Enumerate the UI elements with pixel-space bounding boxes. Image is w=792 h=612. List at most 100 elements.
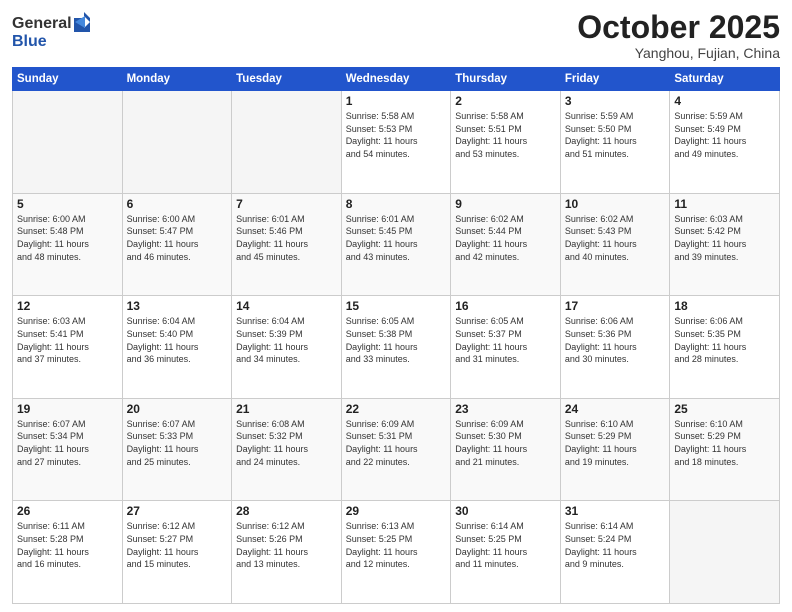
svg-text:General: General bbox=[12, 15, 72, 32]
table-row: 8Sunrise: 6:01 AMSunset: 5:45 PMDaylight… bbox=[341, 193, 451, 296]
col-thursday: Thursday bbox=[451, 68, 561, 91]
day-number: 22 bbox=[346, 402, 447, 416]
day-info: Sunrise: 6:03 AMSunset: 5:41 PMDaylight:… bbox=[17, 315, 118, 365]
day-info: Sunrise: 6:06 AMSunset: 5:35 PMDaylight:… bbox=[674, 315, 775, 365]
table-row: 30Sunrise: 6:14 AMSunset: 5:25 PMDayligh… bbox=[451, 501, 561, 604]
calendar-week-row: 12 Sunrise: 6:03 AMSunset: 5:41 PMDayligh… bbox=[13, 296, 780, 399]
day-number: 23 bbox=[455, 402, 556, 416]
day-info: Sunrise: 6:06 AMSunset: 5:36 PMDaylight:… bbox=[565, 315, 666, 365]
table-row: 28Sunrise: 6:12 AMSunset: 5:26 PMDayligh… bbox=[232, 501, 342, 604]
calendar-week-row: 26 Sunrise: 6:11 AMSunset: 5:28 PMDayligh… bbox=[13, 501, 780, 604]
day-number: 20 bbox=[127, 402, 228, 416]
table-row: 15 Sunrise: 6:05 AMSunset: 5:38 PMDayligh… bbox=[341, 296, 451, 399]
day-number: 31 bbox=[565, 504, 666, 518]
month-title: October 2025 bbox=[577, 10, 780, 45]
day-info: Sunrise: 6:07 AMSunset: 5:34 PMDaylight:… bbox=[17, 418, 118, 468]
table-row: 14Sunrise: 6:04 AMSunset: 5:39 PMDayligh… bbox=[232, 296, 342, 399]
table-row: 12 Sunrise: 6:03 AMSunset: 5:41 PMDayligh… bbox=[13, 296, 123, 399]
day-info: Sunrise: 6:13 AMSunset: 5:25 PMDaylight:… bbox=[346, 520, 447, 570]
title-block: October 2025 Yanghou, Fujian, China bbox=[577, 10, 780, 61]
table-row: 26 Sunrise: 6:11 AMSunset: 5:28 PMDayligh… bbox=[13, 501, 123, 604]
day-number: 26 bbox=[17, 504, 118, 518]
calendar-week-row: 19Sunrise: 6:07 AMSunset: 5:34 PMDayligh… bbox=[13, 398, 780, 501]
day-info: Sunrise: 6:07 AMSunset: 5:33 PMDaylight:… bbox=[127, 418, 228, 468]
table-row bbox=[232, 91, 342, 194]
table-row: 16 Sunrise: 6:05 AMSunset: 5:37 PMDayligh… bbox=[451, 296, 561, 399]
header: General Blue October 2025 Yanghou, Fujia… bbox=[12, 10, 780, 61]
table-row: 7 Sunrise: 6:01 AMSunset: 5:46 PMDaylight… bbox=[232, 193, 342, 296]
day-number: 3 bbox=[565, 94, 666, 108]
day-info: Sunrise: 6:01 AMSunset: 5:46 PMDaylight:… bbox=[236, 213, 337, 263]
calendar-table: Sunday Monday Tuesday Wednesday Thursday… bbox=[12, 67, 780, 604]
day-number: 5 bbox=[17, 197, 118, 211]
day-number: 18 bbox=[674, 299, 775, 313]
table-row: 6 Sunrise: 6:00 AMSunset: 5:47 PMDaylight… bbox=[122, 193, 232, 296]
day-info: Sunrise: 6:14 AMSunset: 5:24 PMDaylight:… bbox=[565, 520, 666, 570]
day-number: 7 bbox=[236, 197, 337, 211]
day-info: Sunrise: 5:59 AMSunset: 5:49 PMDaylight:… bbox=[674, 110, 775, 160]
day-number: 1 bbox=[346, 94, 447, 108]
day-number: 11 bbox=[674, 197, 775, 211]
day-number: 27 bbox=[127, 504, 228, 518]
day-number: 15 bbox=[346, 299, 447, 313]
day-info: Sunrise: 5:58 AMSunset: 5:53 PMDaylight:… bbox=[346, 110, 447, 160]
table-row: 9 Sunrise: 6:02 AMSunset: 5:44 PMDaylight… bbox=[451, 193, 561, 296]
day-number: 10 bbox=[565, 197, 666, 211]
table-row: 11 Sunrise: 6:03 AMSunset: 5:42 PMDayligh… bbox=[670, 193, 780, 296]
day-info: Sunrise: 6:00 AMSunset: 5:47 PMDaylight:… bbox=[127, 213, 228, 263]
table-row bbox=[122, 91, 232, 194]
table-row: 17 Sunrise: 6:06 AMSunset: 5:36 PMDayligh… bbox=[560, 296, 670, 399]
day-info: Sunrise: 6:02 AMSunset: 5:44 PMDaylight:… bbox=[455, 213, 556, 263]
day-info: Sunrise: 6:05 AMSunset: 5:37 PMDaylight:… bbox=[455, 315, 556, 365]
day-number: 12 bbox=[17, 299, 118, 313]
table-row: 1 Sunrise: 5:58 AMSunset: 5:53 PMDaylight… bbox=[341, 91, 451, 194]
day-info: Sunrise: 6:01 AMSunset: 5:45 PMDaylight:… bbox=[346, 213, 447, 263]
day-info: Sunrise: 6:08 AMSunset: 5:32 PMDaylight:… bbox=[236, 418, 337, 468]
day-info: Sunrise: 6:10 AMSunset: 5:29 PMDaylight:… bbox=[565, 418, 666, 468]
col-friday: Friday bbox=[560, 68, 670, 91]
day-info: Sunrise: 6:05 AMSunset: 5:38 PMDaylight:… bbox=[346, 315, 447, 365]
table-row: 31 Sunrise: 6:14 AMSunset: 5:24 PMDayligh… bbox=[560, 501, 670, 604]
logo: General Blue bbox=[12, 10, 102, 52]
day-info: Sunrise: 6:14 AMSunset: 5:25 PMDaylight:… bbox=[455, 520, 556, 570]
col-sunday: Sunday bbox=[13, 68, 123, 91]
col-saturday: Saturday bbox=[670, 68, 780, 91]
day-number: 2 bbox=[455, 94, 556, 108]
day-number: 17 bbox=[565, 299, 666, 313]
day-info: Sunrise: 6:03 AMSunset: 5:42 PMDaylight:… bbox=[674, 213, 775, 263]
day-info: Sunrise: 6:00 AMSunset: 5:48 PMDaylight:… bbox=[17, 213, 118, 263]
day-number: 16 bbox=[455, 299, 556, 313]
table-row: 23 Sunrise: 6:09 AMSunset: 5:30 PMDayligh… bbox=[451, 398, 561, 501]
calendar-header-row: Sunday Monday Tuesday Wednesday Thursday… bbox=[13, 68, 780, 91]
day-number: 21 bbox=[236, 402, 337, 416]
day-number: 25 bbox=[674, 402, 775, 416]
day-info: Sunrise: 6:11 AMSunset: 5:28 PMDaylight:… bbox=[17, 520, 118, 570]
day-info: Sunrise: 5:59 AMSunset: 5:50 PMDaylight:… bbox=[565, 110, 666, 160]
col-tuesday: Tuesday bbox=[232, 68, 342, 91]
col-wednesday: Wednesday bbox=[341, 68, 451, 91]
day-info: Sunrise: 6:09 AMSunset: 5:30 PMDaylight:… bbox=[455, 418, 556, 468]
table-row: 4Sunrise: 5:59 AMSunset: 5:49 PMDaylight… bbox=[670, 91, 780, 194]
day-number: 6 bbox=[127, 197, 228, 211]
table-row: 22 Sunrise: 6:09 AMSunset: 5:31 PMDayligh… bbox=[341, 398, 451, 501]
svg-text:Blue: Blue bbox=[12, 33, 47, 50]
col-monday: Monday bbox=[122, 68, 232, 91]
day-info: Sunrise: 6:02 AMSunset: 5:43 PMDaylight:… bbox=[565, 213, 666, 263]
table-row: 10 Sunrise: 6:02 AMSunset: 5:43 PMDayligh… bbox=[560, 193, 670, 296]
table-row: 25 Sunrise: 6:10 AMSunset: 5:29 PMDayligh… bbox=[670, 398, 780, 501]
table-row: 19Sunrise: 6:07 AMSunset: 5:34 PMDayligh… bbox=[13, 398, 123, 501]
day-number: 9 bbox=[455, 197, 556, 211]
day-info: Sunrise: 6:09 AMSunset: 5:31 PMDaylight:… bbox=[346, 418, 447, 468]
table-row bbox=[670, 501, 780, 604]
table-row: 21 Sunrise: 6:08 AMSunset: 5:32 PMDayligh… bbox=[232, 398, 342, 501]
page-container: General Blue October 2025 Yanghou, Fujia… bbox=[0, 0, 792, 612]
calendar-week-row: 5 Sunrise: 6:00 AMSunset: 5:48 PMDaylight… bbox=[13, 193, 780, 296]
table-row: 13Sunrise: 6:04 AMSunset: 5:40 PMDayligh… bbox=[122, 296, 232, 399]
calendar-week-row: 1 Sunrise: 5:58 AMSunset: 5:53 PMDaylight… bbox=[13, 91, 780, 194]
table-row: 27 Sunrise: 6:12 AMSunset: 5:27 PMDayligh… bbox=[122, 501, 232, 604]
day-info: Sunrise: 6:10 AMSunset: 5:29 PMDaylight:… bbox=[674, 418, 775, 468]
table-row: 3 Sunrise: 5:59 AMSunset: 5:50 PMDaylight… bbox=[560, 91, 670, 194]
day-number: 13 bbox=[127, 299, 228, 313]
table-row: 24Sunrise: 6:10 AMSunset: 5:29 PMDayligh… bbox=[560, 398, 670, 501]
day-info: Sunrise: 6:12 AMSunset: 5:27 PMDaylight:… bbox=[127, 520, 228, 570]
